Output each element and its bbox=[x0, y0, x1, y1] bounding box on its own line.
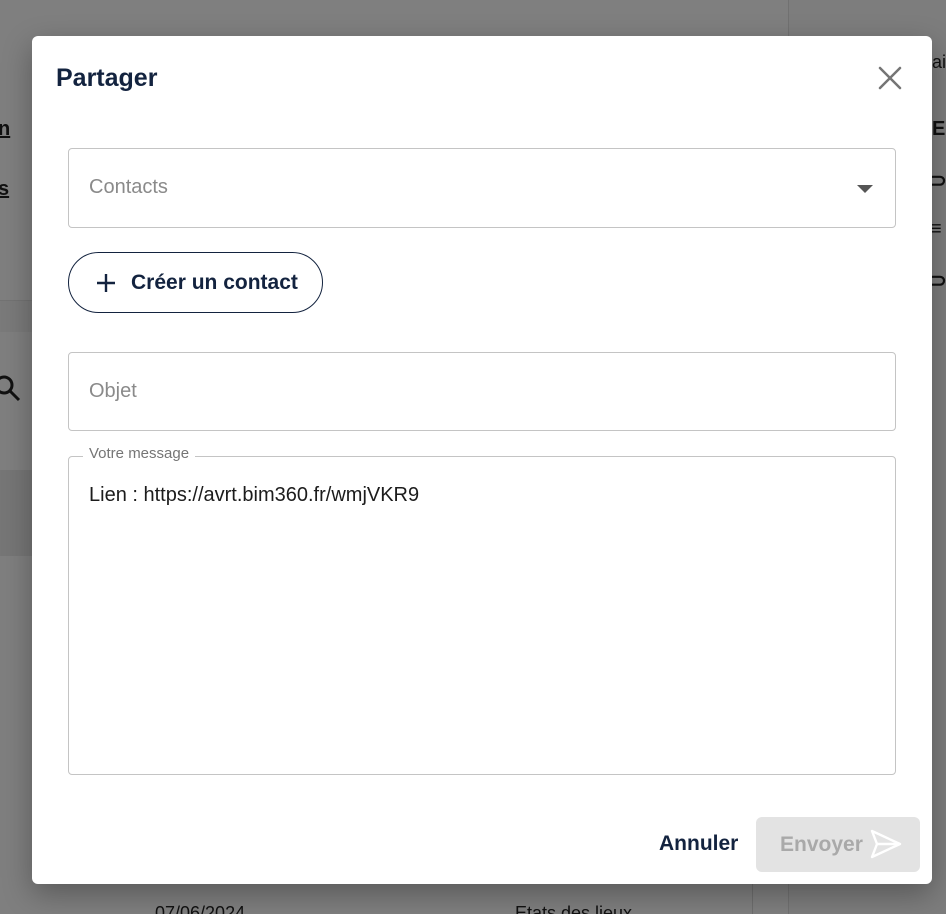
cancel-button[interactable]: Annuler bbox=[659, 832, 738, 856]
create-contact-label: Créer un contact bbox=[131, 270, 298, 294]
message-legend: Votre message bbox=[83, 445, 196, 462]
send-button[interactable]: Envoyer bbox=[756, 817, 920, 872]
dialog-title: Partager bbox=[56, 64, 158, 92]
close-icon bbox=[878, 66, 902, 90]
send-label: Envoyer bbox=[780, 832, 863, 856]
create-contact-button[interactable]: Créer un contact bbox=[68, 252, 323, 313]
share-dialog: Partager Contacts Créer un contact Objet… bbox=[32, 36, 932, 884]
subject-placeholder: Objet bbox=[89, 380, 137, 402]
send-icon bbox=[870, 829, 902, 859]
message-value: Lien : https://avrt.bim360.fr/wmjVKR9 bbox=[89, 484, 420, 506]
message-textarea[interactable]: Votre message Lien : https://avrt.bim360… bbox=[68, 445, 896, 775]
subject-input[interactable]: Objet bbox=[68, 352, 896, 431]
contacts-select[interactable]: Contacts bbox=[68, 148, 896, 228]
close-button[interactable] bbox=[874, 62, 906, 94]
contacts-placeholder: Contacts bbox=[89, 176, 168, 198]
plus-icon bbox=[97, 273, 115, 292]
caret-down-icon bbox=[857, 185, 873, 193]
